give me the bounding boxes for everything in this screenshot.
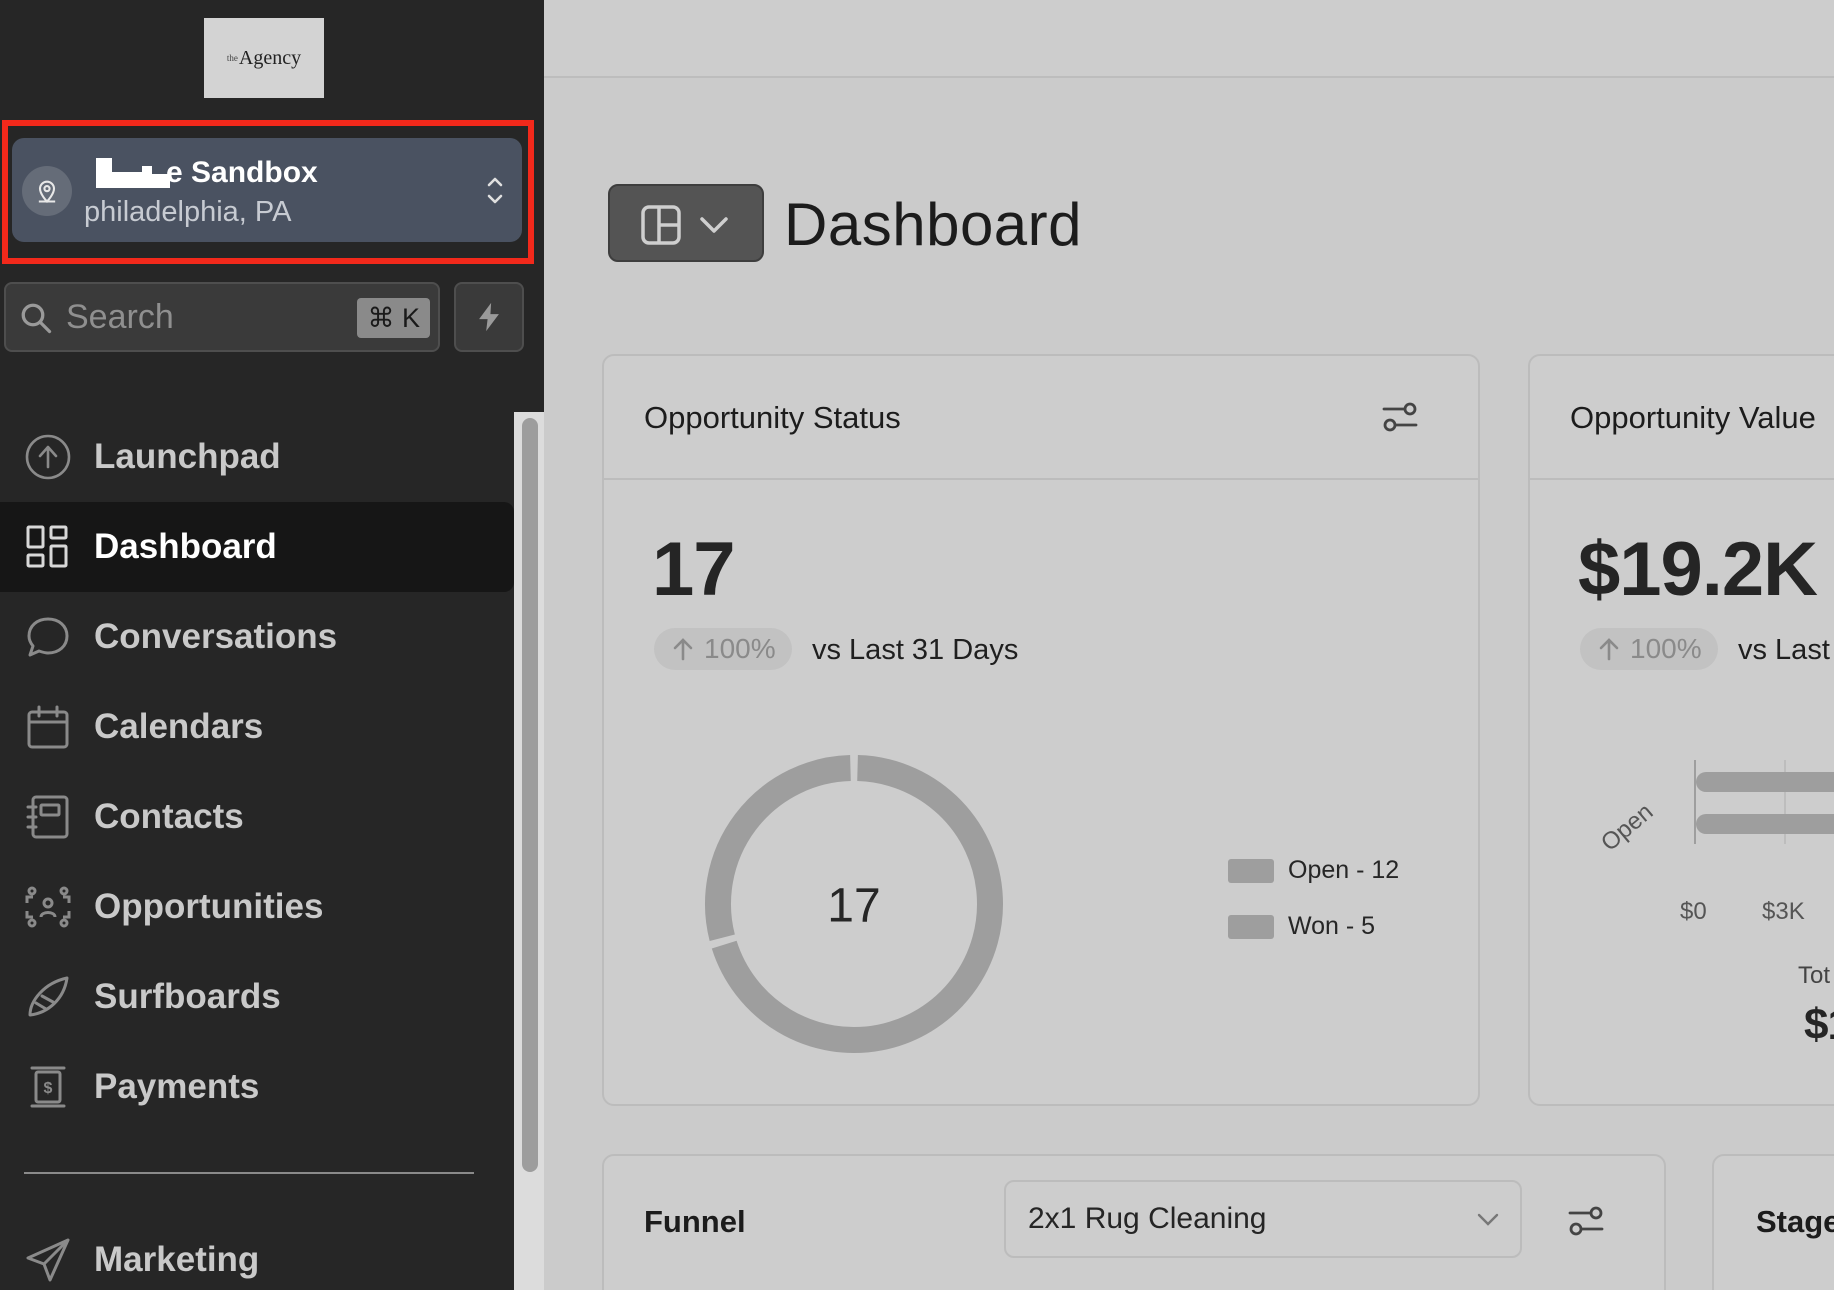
rocket-upload-icon <box>25 434 71 480</box>
total-label: Tot <box>1798 962 1831 989</box>
status-donut-chart: 17 <box>705 755 1003 1053</box>
bar-category-label: Open <box>1596 798 1659 857</box>
location-pin-icon <box>22 166 72 216</box>
opportunity-count: 17 <box>652 527 736 612</box>
legend-swatch <box>1228 914 1274 939</box>
sidebar-item-label: Marketing <box>94 1240 260 1279</box>
chat-bubble-icon <box>27 617 69 657</box>
sidebar: the Agency e Sandbox philadelphia, PA Se… <box>0 0 544 1290</box>
contacts-book-icon <box>26 795 69 839</box>
sidebar-item-label: Conversations <box>94 617 338 656</box>
card-header: Opportunity Value <box>1530 356 1834 480</box>
dashboard-grid-icon <box>26 525 68 568</box>
opportunities-icon <box>25 886 71 928</box>
x-tick-label: $3K <box>1762 898 1805 925</box>
search-input[interactable] <box>66 296 346 338</box>
opportunity-value: $19.2K <box>1578 527 1818 612</box>
chevron-down-icon <box>1477 1213 1499 1226</box>
sidebar-item-label: Calendars <box>94 707 264 746</box>
opportunity-status-card: Opportunity Status 17 100% vs Last 31 Da… <box>602 354 1480 1106</box>
top-bar <box>544 0 1834 78</box>
donut-center-label: 17 <box>827 879 880 932</box>
sidebar-item-launchpad[interactable]: Launchpad <box>0 412 514 502</box>
legend-item[interactable]: Won - 5 <box>1228 912 1375 941</box>
lightning-bolt-icon <box>479 302 499 332</box>
sidebar-item-opportunities[interactable]: Opportunities <box>0 862 514 952</box>
payments-icon: $ <box>30 1066 66 1108</box>
comparison-text: vs Last 31 Days <box>812 634 1019 666</box>
card-title: Opportunity Status <box>644 400 901 435</box>
sidebar-item-label: Payments <box>94 1067 260 1106</box>
value-bar <box>1696 772 1834 792</box>
change-percent: 100% <box>704 633 776 664</box>
card-title: Funnel <box>644 1204 746 1239</box>
sidebar-item-payments[interactable]: $ Payments <box>0 1042 514 1132</box>
chart-y-axis <box>1694 760 1696 844</box>
stage-card: Stage <box>1712 1154 1834 1290</box>
search-icon <box>21 303 52 334</box>
total-value: $1 <box>1804 1000 1834 1049</box>
app-root: the Agency e Sandbox philadelphia, PA Se… <box>0 0 1834 1290</box>
svg-text:$: $ <box>44 1080 53 1097</box>
sidebar-item-label: Launchpad <box>94 437 281 476</box>
card-title: Stage <box>1756 1204 1834 1239</box>
chevron-down-icon <box>700 217 728 233</box>
location-name: e Sandbox <box>166 156 318 189</box>
sidebar-item-surfboards[interactable]: Surfboards <box>0 952 514 1042</box>
legend-label: Open - 12 <box>1288 856 1400 884</box>
sidebar-item-label: Contacts <box>94 797 244 836</box>
sidebar-item-label: Opportunities <box>94 887 324 926</box>
sidebar-item-conversations[interactable]: Conversations <box>0 592 514 682</box>
opportunity-value-card: Opportunity Value $19.2K 100% vs Last Op… <box>1528 354 1834 1106</box>
value-bar <box>1696 814 1834 834</box>
sidebar-item-dashboard[interactable]: Dashboard <box>0 502 514 592</box>
legend-label: Won - 5 <box>1288 912 1376 940</box>
location-switcher[interactable]: e Sandbox philadelphia, PA <box>12 138 522 242</box>
layout-switcher-button[interactable] <box>608 184 764 262</box>
change-badge: 100% <box>1580 628 1718 670</box>
filter-sliders-icon[interactable] <box>1380 400 1420 434</box>
redaction-mark <box>96 152 176 188</box>
sidebar-scrollbar-thumb[interactable] <box>522 418 538 1172</box>
legend-swatch <box>1228 858 1274 883</box>
change-badge: 100% <box>654 628 792 670</box>
logo-text: Agency <box>238 46 302 69</box>
logo-prefix: the <box>226 53 238 63</box>
sidebar-item-label: Dashboard <box>94 527 277 566</box>
search-shortcut-badge: ⌘ K <box>357 298 430 338</box>
agency-logo[interactable]: the Agency <box>204 18 324 98</box>
legend-item[interactable]: Open - 12 <box>1228 856 1399 885</box>
change-percent: 100% <box>1630 633 1702 664</box>
arrow-up-icon <box>1599 638 1619 661</box>
sidebar-item-contacts[interactable]: Contacts <box>0 772 514 862</box>
sidebar-divider <box>24 1172 474 1174</box>
comparison-text: vs Last <box>1738 634 1830 666</box>
card-title: Opportunity Value <box>1570 400 1816 435</box>
location-address: philadelphia, PA <box>84 196 292 228</box>
arrow-up-icon <box>673 638 693 661</box>
layout-panels-icon <box>641 205 681 245</box>
x-tick-label: $0 <box>1680 898 1707 925</box>
surfboard-icon <box>28 976 69 1017</box>
sidebar-item-marketing[interactable]: Marketing <box>0 1215 514 1290</box>
pipeline-select[interactable]: 2x1 Rug Cleaning <box>1004 1180 1522 1258</box>
card-header: Opportunity Status <box>604 356 1478 480</box>
page-title: Dashboard <box>784 191 1083 258</box>
filter-sliders-icon[interactable] <box>1566 1204 1606 1238</box>
send-icon <box>26 1238 70 1282</box>
sidebar-item-calendars[interactable]: Calendars <box>0 682 514 772</box>
calendar-icon <box>27 705 69 749</box>
quick-actions-button[interactable] <box>454 282 524 352</box>
sidebar-item-label: Surfboards <box>94 977 281 1016</box>
pipeline-selected-value: 2x1 Rug Cleaning <box>1028 1202 1267 1235</box>
search-box[interactable]: ⌘ K <box>4 282 440 352</box>
chevron-up-down-icon <box>487 177 503 204</box>
